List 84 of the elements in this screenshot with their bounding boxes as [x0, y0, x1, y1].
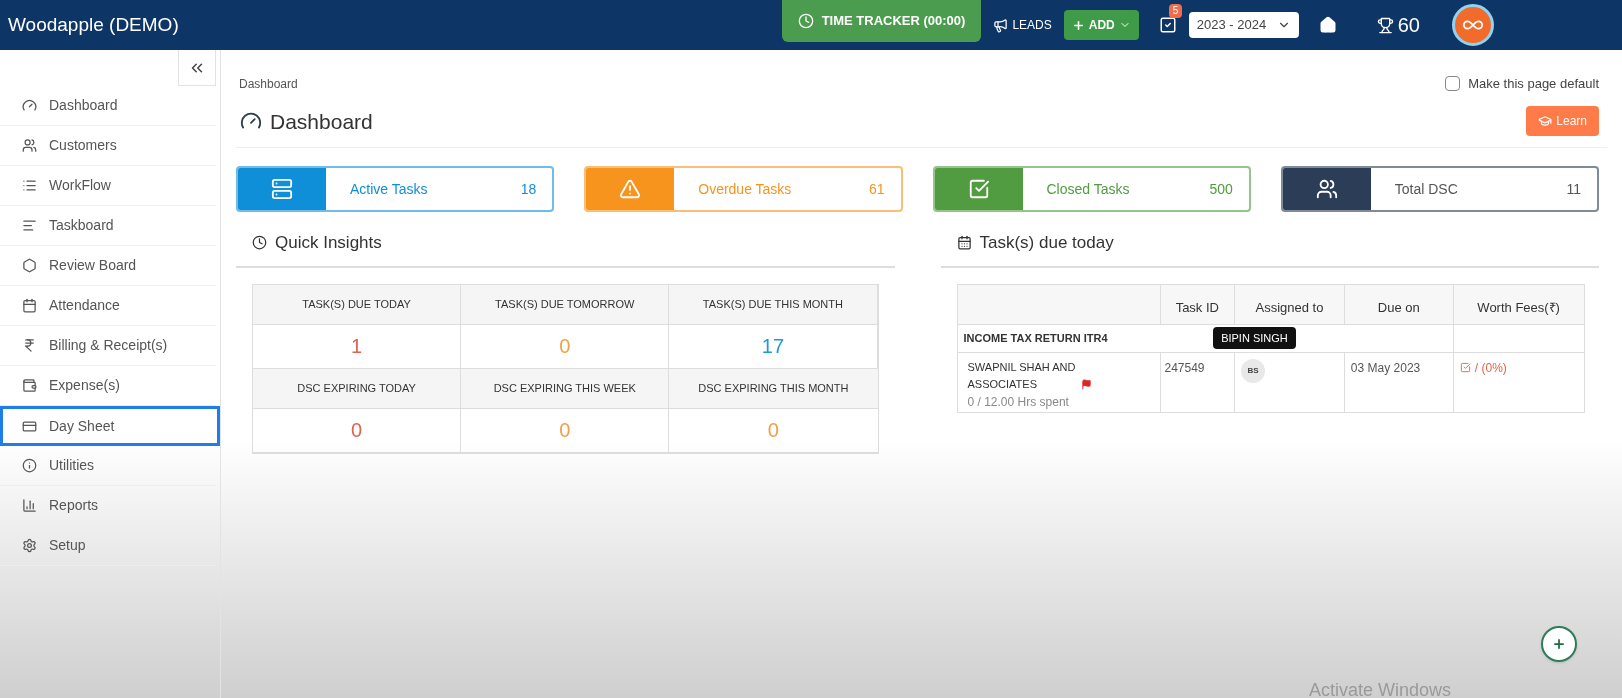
sidebar-item[interactable]: Taskboard: [0, 206, 216, 246]
wallet-icon: [22, 378, 37, 393]
rupee-icon: [22, 338, 37, 353]
insight-label: DSC EXPIRING TODAY: [253, 368, 461, 409]
make-default-checkbox[interactable]: Make this page default: [1445, 74, 1599, 94]
due-date: 03 May 2023: [1344, 352, 1454, 412]
server-icon: [271, 178, 293, 200]
sidebar-item[interactable]: Attendance: [0, 286, 216, 326]
bar-chart-icon: [22, 498, 37, 513]
clock-icon: [797, 13, 814, 29]
sidebar-item[interactable]: Dashboard: [0, 86, 216, 126]
stat-value: 11: [1566, 179, 1581, 199]
section-title: Quick Insights: [275, 232, 382, 254]
stat-value: 61: [868, 179, 885, 199]
list-icon: [22, 178, 37, 193]
card-icon: [22, 418, 37, 434]
insight-label: TASK(S) DUE TOMORROW: [461, 284, 669, 325]
avatar-button[interactable]: [1452, 4, 1494, 46]
lines-icon: [22, 218, 37, 233]
year-select[interactable]: 2023 - 2024: [1188, 12, 1299, 38]
megaphone-icon: [993, 17, 1009, 33]
column-header: Worth Fees(₹): [1453, 284, 1584, 324]
sidebar-item[interactable]: Setup: [0, 526, 216, 566]
clock-icon: [252, 235, 267, 251]
calendar-icon: [956, 235, 972, 251]
checkbox-icon: [1459, 362, 1471, 373]
checkbox-icon: [1158, 16, 1177, 34]
leads-link[interactable]: LEADS: [993, 16, 1052, 34]
insight-label: TASK(S) DUE THIS MONTH: [669, 284, 877, 325]
stat-label: Closed Tasks: [1046, 179, 1130, 199]
hexagon-icon: [22, 258, 37, 273]
column-header: Assigned to: [1234, 284, 1345, 324]
sidebar-item[interactable]: WorkFlow: [0, 166, 216, 206]
home-icon[interactable]: [1318, 16, 1337, 34]
section-title: Task(s) due today: [979, 232, 1114, 254]
sidebar-item[interactable]: Reports: [0, 486, 216, 526]
people-icon: [22, 138, 37, 153]
tooltip: BIPIN SINGH: [1213, 326, 1296, 349]
stat-label: Overdue Tasks: [698, 179, 792, 199]
settings-icon: [22, 538, 37, 553]
sidebar-item[interactable]: Day Sheet: [0, 406, 220, 446]
people-icon: [1315, 178, 1338, 200]
notification-badge: 5: [1168, 4, 1183, 18]
info-icon: [22, 458, 37, 473]
fees-worth: / (0%): [1474, 359, 1507, 377]
insight-value[interactable]: 1: [253, 324, 461, 369]
warning-icon: [619, 178, 642, 200]
system-notice: Activate Windows: [1308, 679, 1451, 698]
sidebar-item[interactable]: Expense(s): [0, 366, 216, 406]
hours-spent: 0 / 12.00 Hrs spent: [967, 393, 1070, 411]
points-count: 60: [1397, 13, 1420, 38]
page-title: Dashboard: [270, 108, 373, 135]
stat-value: 18: [520, 179, 537, 199]
calendar-icon: [22, 298, 37, 313]
stat-label: Total DSC: [1394, 179, 1458, 199]
client-name[interactable]: SWAPNIL SHAH AND ASSOCIATES: [967, 358, 1078, 393]
breadcrumb: Dashboard: [239, 75, 298, 93]
add-button[interactable]: ADD: [1063, 10, 1139, 40]
insight-label: TASK(S) DUE TODAY: [253, 284, 461, 325]
sidebar-item[interactable]: Review Board: [0, 246, 216, 286]
collapse-button[interactable]: [178, 50, 216, 86]
column-header: Task ID: [1160, 284, 1235, 324]
gauge-icon: [22, 98, 37, 113]
add-fab-button[interactable]: [1541, 626, 1577, 662]
insight-label: DSC EXPIRING THIS WEEK: [461, 368, 669, 409]
assignee-avatar[interactable]: BS: [1241, 358, 1266, 383]
plus-icon: [1071, 18, 1085, 32]
column-header: Due on: [1344, 284, 1454, 324]
trophy-icon: [1376, 16, 1394, 34]
tasks-button[interactable]: [1158, 16, 1177, 34]
sidebar-item[interactable]: Billing & Receipt(s): [0, 326, 216, 366]
stat-card[interactable]: Total DSC 11: [1280, 166, 1599, 212]
graduation-cap-icon: [1538, 114, 1553, 129]
stat-value: 500: [1209, 179, 1233, 199]
task-id: 247549: [1160, 352, 1235, 412]
stat-label: Active Tasks: [350, 179, 428, 199]
sidebar-item[interactable]: Customers: [0, 126, 216, 166]
sidebar-item[interactable]: Utilities: [0, 446, 216, 486]
stat-card[interactable]: Active Tasks 18: [236, 166, 555, 212]
app-title: Woodapple (DEMO): [8, 12, 179, 37]
plus-icon: [1552, 637, 1566, 651]
checkbox-icon: [967, 178, 990, 200]
insight-label: DSC EXPIRING THIS MONTH: [669, 368, 878, 409]
stat-card[interactable]: Closed Tasks 500: [932, 166, 1251, 212]
